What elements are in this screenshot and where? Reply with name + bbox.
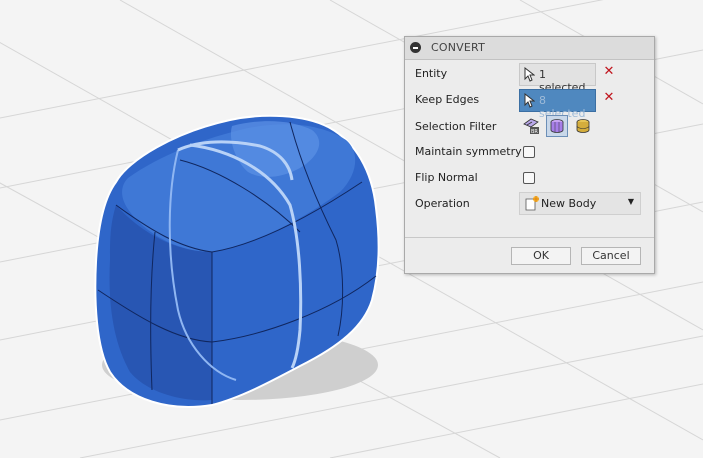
cancel-button[interactable]: Cancel [581, 247, 641, 265]
operation-value: New Body [541, 197, 597, 210]
body-filter-icon[interactable] [572, 115, 594, 137]
entity-clear-icon[interactable]: ✕ [602, 65, 616, 79]
new-body-icon [525, 196, 539, 211]
convert-dialog: CONVERT Entity 1 selected ✕ Keep Edges 8… [404, 36, 655, 274]
svg-text:BR: BR [531, 129, 538, 135]
solid-face-filter-icon[interactable] [546, 115, 568, 137]
flip-normal-checkbox[interactable] [523, 172, 535, 184]
t-spline-body-filter-icon[interactable]: BR [520, 115, 542, 137]
dialog-header: CONVERT [405, 37, 654, 60]
maintain-symmetry-row: Maintain symmetry [405, 140, 654, 164]
collapse-icon[interactable] [410, 42, 421, 53]
operation-row: Operation New Body ▼ [405, 192, 654, 216]
ok-button[interactable]: OK [511, 247, 571, 265]
selection-filter-label: Selection Filter [415, 120, 497, 133]
selection-filter-row: Selection Filter BR [405, 115, 654, 139]
dialog-title: CONVERT [431, 41, 486, 54]
entity-label: Entity [415, 67, 448, 80]
operation-dropdown[interactable]: New Body ▼ [519, 192, 641, 215]
dialog-divider [405, 237, 654, 238]
keep-edges-select-button[interactable]: 8 selected [519, 89, 596, 120]
flip-normal-row: Flip Normal [405, 166, 654, 190]
cursor-arrow-icon [524, 67, 535, 82]
chevron-down-icon: ▼ [627, 197, 634, 206]
keep-edges-row: Keep Edges 8 selected ✕ [405, 88, 654, 120]
maintain-symmetry-label: Maintain symmetry [415, 145, 522, 158]
maintain-symmetry-checkbox[interactable] [523, 146, 535, 158]
operation-label: Operation [415, 197, 470, 210]
keep-edges-clear-icon[interactable]: ✕ [602, 91, 616, 105]
entity-select-button[interactable]: 1 selected [519, 63, 596, 94]
keep-edges-label: Keep Edges [415, 93, 480, 106]
flip-normal-label: Flip Normal [415, 171, 478, 184]
cursor-arrow-icon [524, 93, 535, 108]
entity-row: Entity 1 selected ✕ [405, 62, 654, 94]
